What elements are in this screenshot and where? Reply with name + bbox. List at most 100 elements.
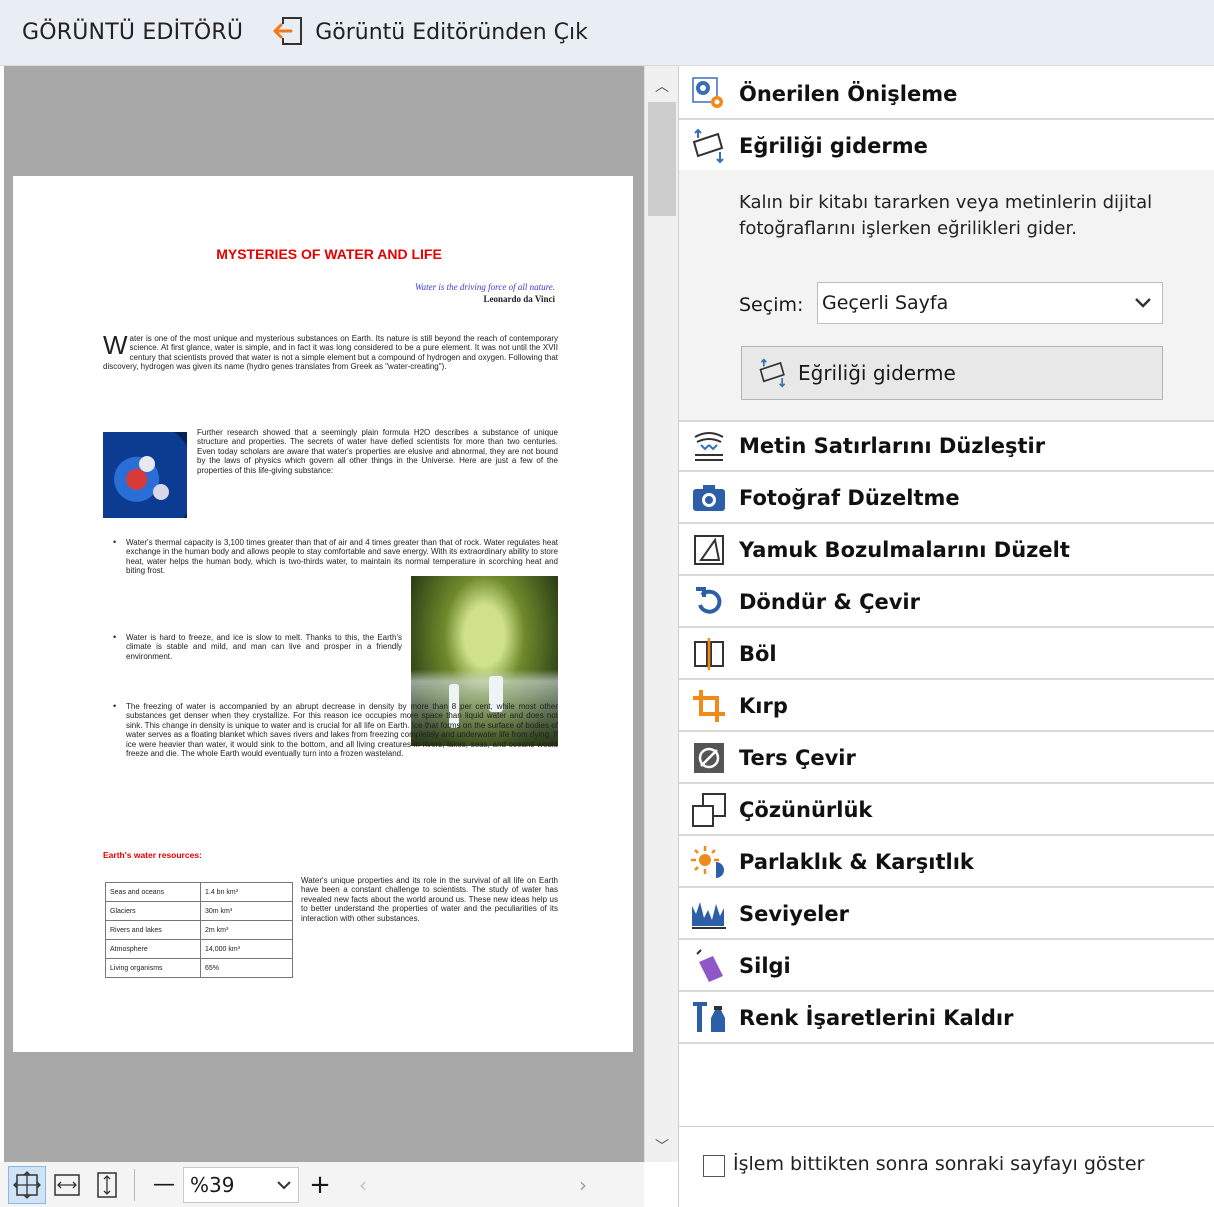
tool-crop[interactable]: Kırp xyxy=(679,682,1214,732)
zoom-select[interactable]: %39 xyxy=(183,1166,299,1203)
quote-author: Leonardo da Vinci xyxy=(483,294,555,304)
paragraph-1: Water is one of the most unique and myst… xyxy=(103,330,558,372)
deskew-description: Kalın bir kitabı tararken veya metinleri… xyxy=(739,192,1153,239)
deskew-button-label: Eğriliği giderme xyxy=(798,361,956,385)
eraser-icon xyxy=(679,941,739,991)
minus-icon: — xyxy=(153,1172,175,1197)
fit-height-button[interactable] xyxy=(88,1166,126,1204)
tool-resolution[interactable]: Çözünürlük xyxy=(679,786,1214,836)
table-row: Rivers and lakes 2m km³ xyxy=(105,920,293,940)
tool-label: Çözünürlük xyxy=(739,798,873,822)
bullet-2: • Water is hard to freeze, and ice is sl… xyxy=(113,632,402,661)
tool-brightness-contrast[interactable]: Parlaklık & Karşıtlık xyxy=(679,838,1214,888)
paragraph-1-text: ater is one of the most unique and myste… xyxy=(103,334,558,372)
table-row: Glaciers 30m km³ xyxy=(105,901,293,921)
split-icon xyxy=(679,629,739,679)
tool-rotate-flip[interactable]: Döndür & Çevir xyxy=(679,578,1214,628)
vertical-scrollbar[interactable]: ︿ ﹀ xyxy=(644,66,678,1162)
quote-text: Water is the driving force of all nature… xyxy=(415,282,555,292)
tool-trapezoid-correction[interactable]: Yamuk Bozulmalarını Düzelt xyxy=(679,526,1214,576)
molecule-image xyxy=(103,432,187,518)
tool-remove-color-marks[interactable]: Renk İşaretlerini Kaldır xyxy=(679,994,1214,1044)
table-row: Seas and oceans 1.4 bn km³ xyxy=(105,882,293,902)
document-title: MYSTERIES OF WATER AND LIFE xyxy=(216,246,442,262)
tools-panel: Önerilen Önişleme Eğriliği giderme Kalın… xyxy=(678,66,1214,1207)
deskew-button[interactable]: Eğriliği giderme xyxy=(741,346,1163,400)
levels-icon xyxy=(679,889,739,939)
trapezoid-icon xyxy=(679,525,739,575)
bullet-3-text: The freezing of water is accompanied by … xyxy=(126,702,558,759)
text-lines-icon xyxy=(679,421,739,471)
zoom-in-button[interactable]: + xyxy=(301,1166,339,1204)
show-next-page-label: İşlem bittikten sonra sonraki sayfayı gö… xyxy=(733,1153,1145,1175)
tool-label: Önerilen Önişleme xyxy=(739,82,958,106)
exit-icon xyxy=(269,16,305,50)
bullet-3: • The freezing of water is accompanied b… xyxy=(113,701,558,759)
table-row: Atmosphere 14,000 km³ xyxy=(105,939,293,959)
scroll-thumb[interactable] xyxy=(648,102,676,216)
paragraph-2: Further research showed that a seemingly… xyxy=(197,428,558,475)
selection-label: Seçim: xyxy=(739,294,804,316)
fit-page-icon xyxy=(13,1170,41,1199)
rotate-icon xyxy=(679,577,739,627)
selection-dropdown[interactable]: Geçerli Sayfa xyxy=(817,282,1163,324)
bullet-1: • Water's thermal capacity is 3,100 time… xyxy=(113,537,558,576)
fit-height-icon xyxy=(97,1171,117,1198)
editor-title: GÖRÜNTÜ EDİTÖRÜ xyxy=(22,20,244,45)
fit-page-button[interactable] xyxy=(8,1165,46,1204)
deskew-icon xyxy=(679,121,739,171)
invert-icon xyxy=(679,733,739,783)
tool-eraser[interactable]: Silgi xyxy=(679,942,1214,992)
tool-label: Parlaklık & Karşıtlık xyxy=(739,850,974,874)
tool-label: Eğriliği giderme xyxy=(739,134,928,158)
tool-label: Döndür & Çevir xyxy=(739,590,920,614)
tool-split[interactable]: Böl xyxy=(679,630,1214,680)
tool-invert[interactable]: Ters Çevir xyxy=(679,734,1214,784)
tool-label: Böl xyxy=(739,642,777,666)
deskew-options: Kalın bir kitabı tararken veya metinleri… xyxy=(679,170,1214,422)
zoom-out-button[interactable]: — xyxy=(145,1166,183,1204)
brightness-icon xyxy=(679,837,739,887)
selection-value: Geçerli Sayfa xyxy=(822,292,949,314)
exit-editor-label: Görüntü Editöründen Çık xyxy=(315,20,588,45)
fit-width-button[interactable] xyxy=(48,1166,86,1204)
scroll-left-icon[interactable]: ‹ xyxy=(359,1173,367,1197)
table-row: Living organisms 65% xyxy=(105,958,293,978)
bullet-1-text: Water's thermal capacity is 3,100 times … xyxy=(126,538,558,576)
paragraph-3: Water's unique properties and its role i… xyxy=(301,876,558,923)
tool-label: Metin Satırlarını Düzleştir xyxy=(739,434,1046,458)
gear-icon xyxy=(679,69,739,119)
tool-label: Silgi xyxy=(739,954,791,978)
chevron-down-icon xyxy=(277,1180,291,1189)
tool-label: Renk İşaretlerini Kaldır xyxy=(739,1006,1014,1030)
tool-label: Seviyeler xyxy=(739,902,849,926)
scroll-right-icon[interactable]: › xyxy=(579,1173,587,1197)
show-next-page-checkbox[interactable] xyxy=(703,1155,725,1177)
bullet-2-text: Water is hard to freeze, and ice is slow… xyxy=(126,633,402,661)
tool-label: Kırp xyxy=(739,694,788,718)
resources-title: Earth's water resources: xyxy=(103,850,202,860)
image-viewer[interactable]: MYSTERIES OF WATER AND LIFE Water is the… xyxy=(4,66,644,1162)
tool-levels[interactable]: Seviyeler xyxy=(679,890,1214,940)
exit-editor-button[interactable]: Görüntü Editöründen Çık xyxy=(269,16,588,50)
tool-deskew[interactable]: Eğriliği giderme xyxy=(679,122,1214,172)
scroll-down-icon[interactable]: ﹀ xyxy=(655,1136,669,1156)
deskew-icon xyxy=(759,358,786,388)
tool-label: Yamuk Bozulmalarını Düzelt xyxy=(739,538,1070,562)
scroll-up-icon[interactable]: ︿ xyxy=(655,76,669,96)
plus-icon: + xyxy=(309,1169,331,1200)
camera-icon xyxy=(679,473,739,523)
tool-straighten-text-lines[interactable]: Metin Satırlarını Düzleştir xyxy=(679,422,1214,472)
tool-label: Ters Çevir xyxy=(739,746,856,770)
drop-cap: W xyxy=(103,330,128,360)
fit-width-icon xyxy=(54,1173,80,1196)
crop-icon xyxy=(679,681,739,731)
tool-recommended-preprocessing[interactable]: Önerilen Önişleme xyxy=(679,70,1214,120)
document-page: MYSTERIES OF WATER AND LIFE Water is the… xyxy=(13,176,633,1052)
tool-label: Fotoğraf Düzeltme xyxy=(739,486,960,510)
resources-table: Seas and oceans 1.4 bn km³ Glaciers 30m km… xyxy=(105,882,293,978)
tool-photo-correction[interactable]: Fotoğraf Düzeltme xyxy=(679,474,1214,524)
resolution-icon xyxy=(679,785,739,835)
zoom-value: %39 xyxy=(190,1172,235,1197)
chevron-down-icon xyxy=(1135,298,1151,308)
